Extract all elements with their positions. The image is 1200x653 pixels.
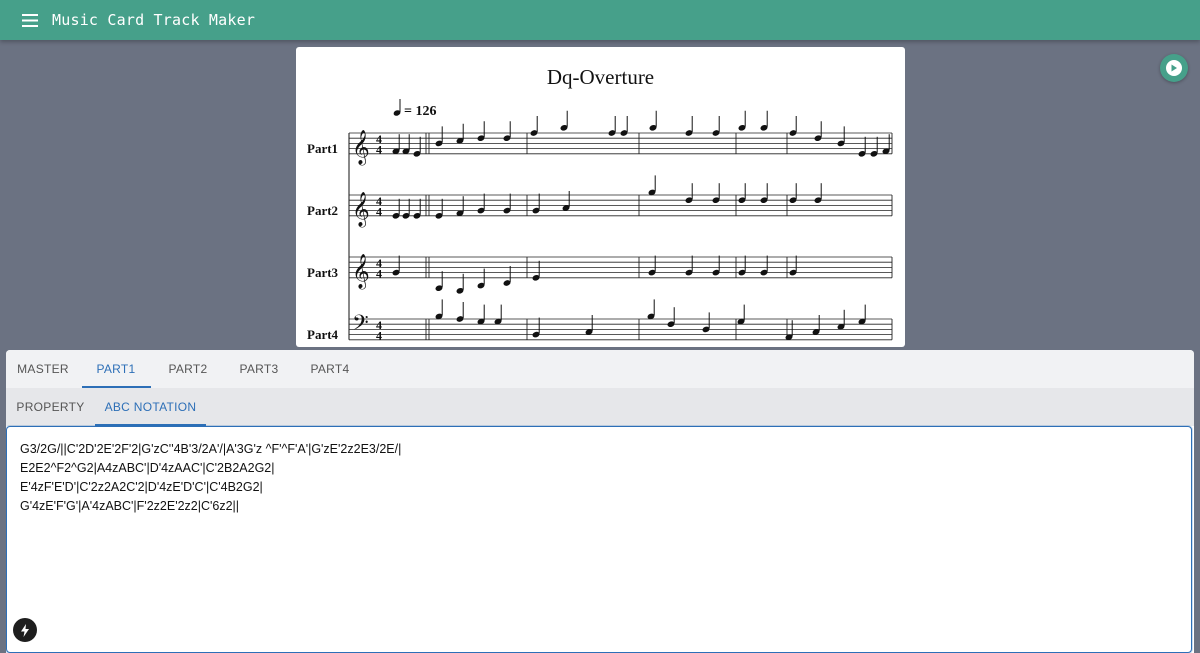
- menu-icon: [22, 13, 38, 27]
- part-tabs: MASTER PART1 PART2 PART3 PART4: [6, 350, 1194, 389]
- tempo-text: = 126: [404, 104, 436, 119]
- staff-3: 𝄞 44: [349, 254, 893, 290]
- menu-button[interactable]: [20, 10, 40, 30]
- tab-part2[interactable]: PART2: [152, 350, 224, 388]
- tab-part4[interactable]: PART4: [294, 350, 366, 388]
- editor-panel: MASTER PART1 PART2 PART3 PART4 PROPERTY …: [6, 350, 1194, 653]
- score-sheet: Dq-Overture 𝄞 4 4 𝄞 4 4 𝄞 4 4 𝄢 4 4 = 126 Part1 Par…: [296, 47, 905, 347]
- play-icon: [1171, 64, 1177, 72]
- treble-clef-icon: 𝄞: [352, 192, 370, 228]
- abc-notation-editor[interactable]: G3/2G/||C'2D'2E'2F'2|G'zC''4B'3/2A'/|A'3…: [6, 426, 1192, 653]
- tab-master[interactable]: MASTER: [6, 350, 80, 388]
- abc-line-2: E2E2^F2^G2|A4zABC'|D'4zAAC'|C'2B2A2G2|: [20, 461, 275, 475]
- abc-line-1: G3/2G/||C'2D'2E'2F'2|G'zC''4B'3/2A'/|A'3…: [20, 442, 402, 456]
- abc-line-3: E'4zF'E'D'|C'2z2A2C'2|D'4zE'D'C'|C'4B2G2…: [20, 480, 263, 494]
- treble-clef-icon: 𝄞: [352, 254, 370, 290]
- tempo-marking: = 126: [393, 99, 436, 119]
- tab-abc-notation[interactable]: ABC NOTATION: [95, 388, 206, 426]
- part-label-1: Part1: [307, 141, 338, 156]
- staff-4: 𝄢 44: [349, 311, 893, 342]
- part-label-2: Part2: [307, 203, 338, 218]
- view-tabs: PROPERTY ABC NOTATION: [6, 388, 1194, 426]
- tab-part3[interactable]: PART3: [224, 350, 294, 388]
- play-button[interactable]: [1160, 54, 1188, 82]
- tab-part1[interactable]: PART1: [80, 350, 152, 388]
- bolt-icon: [21, 623, 29, 637]
- app-bar: Music Card Track Maker: [0, 0, 1200, 40]
- bolt-button[interactable]: [13, 618, 37, 642]
- score-staves: 𝄞 44𝄞 44𝄞 44𝄢 44 = 126 Part1 Part2 Part3 Par…: [307, 99, 893, 342]
- part-label-4: Part4: [307, 327, 339, 342]
- abc-line-4: G'4zE'F'G'|A'4zABC'|F'2z2E'2z2|C'6z2||: [20, 499, 240, 513]
- part-label-3: Part3: [307, 265, 339, 280]
- app-title: Music Card Track Maker: [52, 11, 256, 29]
- time-signature: 4: [376, 142, 382, 156]
- staff-1: 𝄞 44: [349, 130, 893, 166]
- staff-2: 𝄞 44: [349, 192, 893, 228]
- tab-property[interactable]: PROPERTY: [6, 388, 95, 426]
- bass-clef-icon: 𝄢: [352, 311, 369, 341]
- time-signature: 4: [376, 204, 382, 218]
- time-signature: 4: [376, 328, 382, 342]
- time-signature: 4: [376, 266, 382, 280]
- treble-clef-icon: 𝄞: [352, 130, 370, 166]
